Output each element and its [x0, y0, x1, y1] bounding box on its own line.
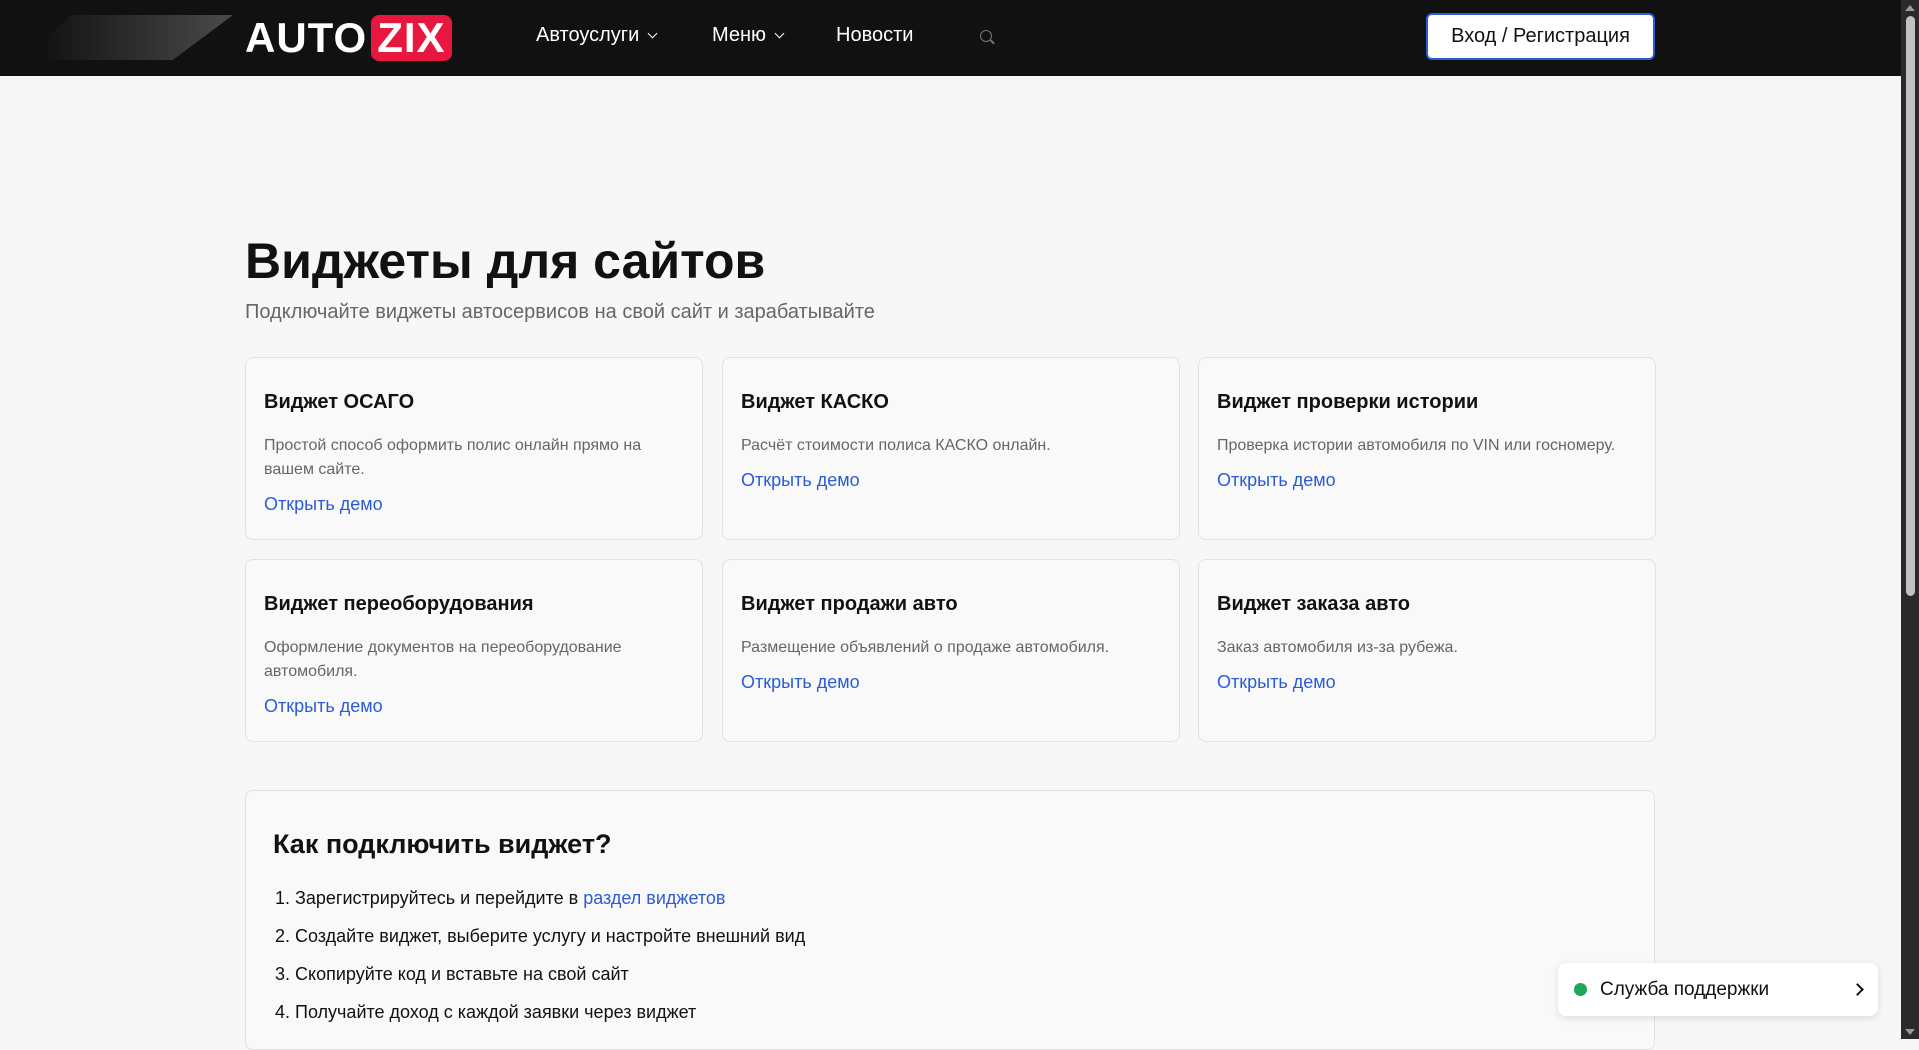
support-label: Служба поддержки — [1600, 978, 1770, 1000]
open-demo-link[interactable]: Открыть демо — [1217, 672, 1637, 693]
open-demo-link[interactable]: Открыть демо — [1217, 470, 1637, 491]
card-description: Проверка истории автомобиля по VIN или г… — [1217, 437, 1616, 454]
nav-autoservices[interactable]: Автоуслуги — [536, 24, 658, 47]
open-demo-link[interactable]: Открыть демо — [741, 672, 1161, 693]
nav-news[interactable]: Новости — [836, 24, 913, 47]
card-description: Размещение объявлений о продаже автомоби… — [741, 639, 1110, 656]
widget-card: Виджет ОСАГО Простой способ оформить поли… — [245, 357, 703, 540]
widget-card: Виджет проверки истории Проверка истории … — [1198, 357, 1656, 540]
card-title: Виджет проверки истории — [1217, 391, 1479, 413]
howto-steps: Зарегистрируйтесь и перейдите в раздел в… — [273, 888, 1627, 1040]
scroll-down-icon[interactable] — [1905, 1029, 1915, 1035]
step-item: Скопируйте код и вставьте на свой сайт — [295, 964, 1627, 1002]
online-status-icon — [1574, 983, 1587, 996]
widget-card: Виджет заказа авто Заказ автомобиля из-за… — [1198, 559, 1656, 742]
step-item: Зарегистрируйтесь и перейдите в раздел в… — [295, 888, 1627, 926]
widgets-section-link[interactable]: раздел виджетов — [583, 888, 725, 908]
open-demo-link[interactable]: Открыть демо — [264, 494, 684, 515]
support-chat-button[interactable]: Служба поддержки — [1558, 963, 1878, 1016]
scroll-up-icon[interactable] — [1905, 5, 1915, 11]
card-title: Виджет заказа авто — [1217, 593, 1410, 615]
howto-section: Как подключить виджет? Зарегистрируйтесь… — [245, 790, 1655, 1050]
scrollbar-thumb[interactable] — [1906, 16, 1915, 596]
nav-label: Автоуслуги — [536, 24, 640, 46]
logo-zix: ZIX — [371, 15, 452, 61]
card-title: Виджет КАСКО — [741, 391, 889, 413]
site-header: AUTO ZIX Автоуслуги Меню Новости Вход / Р… — [0, 0, 1901, 76]
search-icon[interactable] — [980, 30, 992, 42]
step-text: Зарегистрируйтесь и перейдите в — [295, 888, 584, 908]
decorative-stripe — [18, 15, 233, 60]
step-item: Получайте доход с каждой заявки через ви… — [295, 1002, 1627, 1040]
nav-label: Меню — [712, 24, 767, 46]
widget-card: Виджет КАСКО Расчёт стоимости полиса КАСК… — [722, 357, 1180, 540]
scrollbar[interactable] — [1901, 0, 1919, 1039]
nav-menu[interactable]: Меню — [712, 24, 785, 47]
logo-auto: AUTO — [245, 14, 368, 61]
chevron-down-icon — [647, 28, 658, 38]
logo[interactable]: AUTO ZIX — [245, 14, 452, 62]
card-title: Виджет ОСАГО — [264, 391, 415, 413]
page-title: Виджеты для сайтов — [245, 233, 766, 289]
nav-label: Новости — [836, 24, 914, 46]
chevron-right-icon — [1851, 983, 1864, 996]
widget-card: Виджет продажи авто Размещение объявлений… — [722, 559, 1180, 742]
card-description: Простой способ оформить полис онлайн пря… — [264, 437, 642, 478]
card-title: Виджет переоборудования — [264, 593, 534, 615]
open-demo-link[interactable]: Открыть демо — [264, 696, 684, 717]
card-title: Виджет продажи авто — [741, 593, 958, 615]
chevron-down-icon — [774, 28, 785, 38]
step-item: Создайте виджет, выберите услугу и настр… — [295, 926, 1627, 964]
card-description: Расчёт стоимости полиса КАСКО онлайн. — [741, 437, 1051, 454]
login-register-button[interactable]: Вход / Регистрация — [1426, 13, 1655, 60]
card-description: Оформление документов на переоборудовани… — [264, 639, 622, 680]
open-demo-link[interactable]: Открыть демо — [741, 470, 1161, 491]
card-description: Заказ автомобиля из-за рубежа. — [1217, 639, 1458, 656]
howto-title: Как подключить виджет? — [273, 829, 612, 859]
widget-card: Виджет переоборудования Оформление докуме… — [245, 559, 703, 742]
page-subtitle: Подключайте виджеты автосервисов на свой… — [245, 301, 875, 323]
